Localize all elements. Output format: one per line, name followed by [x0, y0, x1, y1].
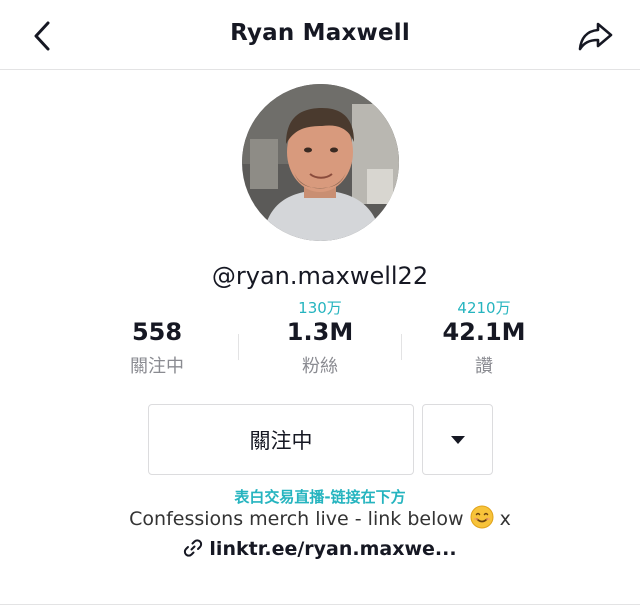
page-title: Ryan Maxwell [230, 20, 410, 46]
stat-following-count: 558 [131, 318, 183, 346]
stat-following[interactable]: 558 關注中 [82, 298, 232, 378]
bio-translation: 表白交易直播-链接在下方 [234, 488, 406, 506]
following-button[interactable]: 關注中 [148, 404, 414, 475]
stat-following-translation [82, 298, 232, 318]
suggested-accounts-dropdown-button[interactable] [422, 404, 493, 475]
profile-photo [242, 84, 399, 241]
caret-down-icon [450, 435, 465, 444]
divider [0, 604, 640, 605]
stat-followers[interactable]: 130万 1.3M 粉絲 [245, 298, 395, 378]
stat-likes-count: 42.1M [442, 318, 526, 346]
stat-followers-translation: 130万 [298, 299, 342, 317]
stat-following-label: 關注中 [130, 356, 184, 377]
bio: Confessions merch live - link below x [0, 505, 640, 530]
profile-handle: @ryan.maxwell22 [211, 262, 429, 290]
bio-link-text: linktr.ee/ryan.maxwe... [209, 538, 457, 560]
bio-link[interactable]: linktr.ee/ryan.maxwe... [0, 538, 640, 560]
avatar [242, 84, 399, 241]
stat-likes-label: 讚 [475, 356, 493, 377]
smiling-face-emoji [470, 505, 494, 529]
link-icon [184, 539, 203, 557]
bio-suffix: x [493, 508, 511, 530]
stat-likes[interactable]: 4210万 42.1M 讚 [409, 298, 559, 378]
share-arrow-icon [578, 22, 613, 51]
stat-divider [401, 334, 402, 360]
stat-likes-translation: 4210万 [457, 299, 511, 317]
bio-text: Confessions merch live - link below [129, 508, 464, 530]
share-button[interactable] [574, 16, 618, 56]
stat-followers-label: 粉絲 [302, 356, 338, 377]
stat-divider [238, 334, 239, 360]
top-navigation-bar: Ryan Maxwell [0, 0, 640, 70]
stat-followers-count: 1.3M [286, 318, 354, 346]
